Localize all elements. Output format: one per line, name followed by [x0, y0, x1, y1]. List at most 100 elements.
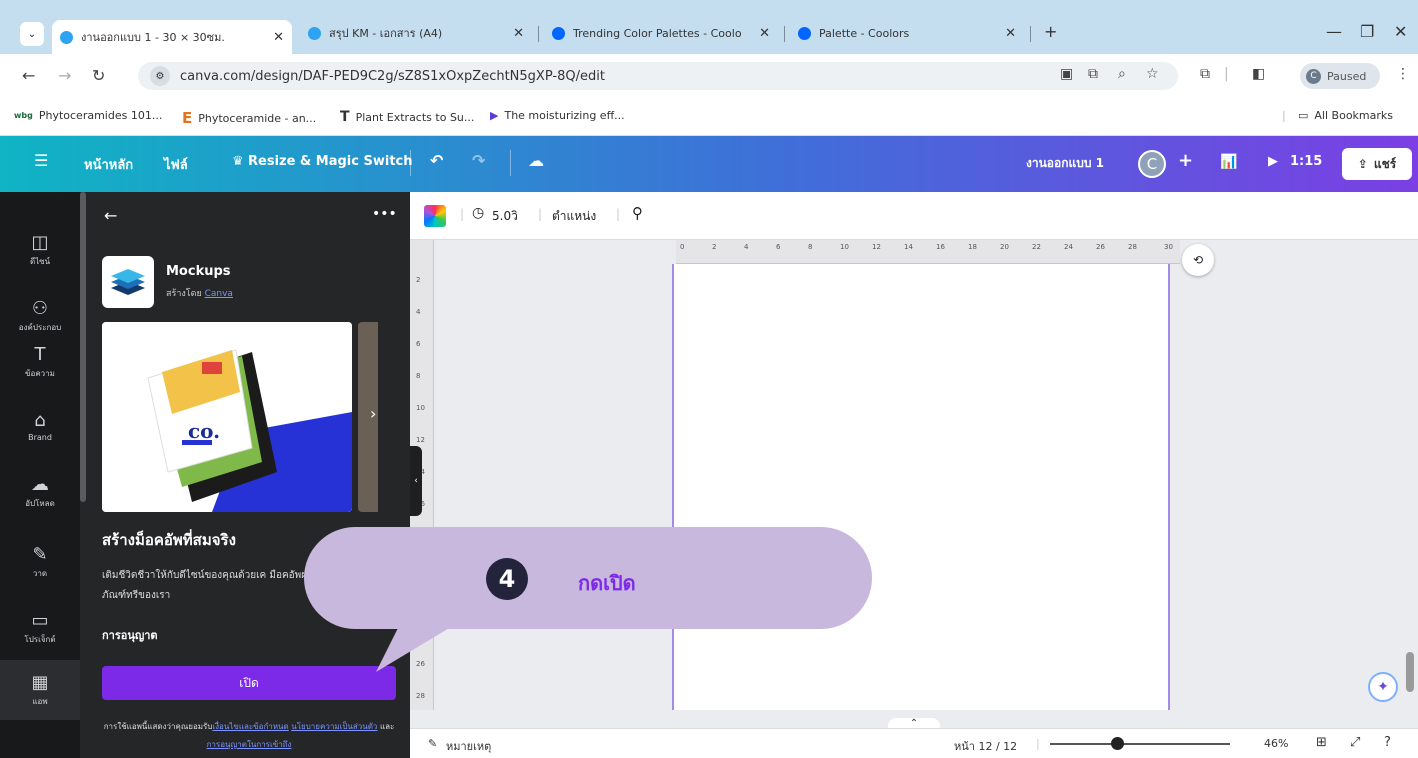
- close-tab-icon[interactable]: ✕: [759, 26, 770, 41]
- add-collaborator-icon[interactable]: +: [1178, 150, 1193, 171]
- tab-canva-design[interactable]: งานออกแบบ 1 - 30 × 30ซม. ✕: [52, 20, 292, 54]
- page-indicator[interactable]: หน้า 12 / 12: [954, 737, 1017, 755]
- rail-text[interactable]: T ข้อความ: [0, 344, 80, 380]
- layout-icon: ◫: [31, 232, 49, 253]
- canva-favicon-icon: [308, 26, 321, 40]
- ruler-tick: 22: [1032, 243, 1041, 251]
- rotate-handle-icon[interactable]: ⟲: [1182, 244, 1214, 276]
- carousel-next-icon[interactable]: ›: [370, 404, 376, 423]
- close-tab-icon[interactable]: ✕: [273, 30, 284, 45]
- rail-uploads[interactable]: ☁ อัปโหลด: [0, 474, 80, 510]
- terms-link[interactable]: เงื่อนไขและข้อกำหนด: [212, 722, 288, 731]
- bookmark-item[interactable]: E Phytoceramide - an...: [182, 109, 316, 127]
- address-bar[interactable]: ⚙ canva.com/design/DAF-PED9C2g/sZ8S1xOxp…: [138, 62, 1178, 90]
- redo-icon[interactable]: ↷: [472, 151, 485, 170]
- resize-magic-switch-button[interactable]: Resize & Magic Switch: [248, 154, 413, 169]
- profile-status: Paused: [1327, 69, 1367, 83]
- browser-menu-icon[interactable]: ⋮: [1396, 66, 1410, 82]
- all-bookmarks-button[interactable]: ▭ All Bookmarks: [1298, 109, 1393, 122]
- canva-header: ☰ หน้าหลัก ไฟล์ ♛ Resize & Magic Switch …: [0, 136, 1418, 192]
- access-permissions-link[interactable]: การอนุญาตในการเข้าถึง: [207, 740, 292, 749]
- zoom-slider[interactable]: [1050, 743, 1230, 745]
- zoom-slider-handle[interactable]: [1110, 737, 1124, 750]
- cloud-saved-icon[interactable]: ☁: [528, 151, 544, 170]
- privacy-link[interactable]: นโยบายความเป็นส่วนตัว: [291, 722, 377, 731]
- t-icon: T: [340, 109, 350, 125]
- ruler-tick: 14: [904, 243, 913, 251]
- present-time[interactable]: 1:15: [1290, 154, 1322, 169]
- bookmark-item[interactable]: ▶ The moisturizing eff...: [490, 109, 625, 122]
- terms-text: การใช้แอพนี้แสดงว่าคุณยอมรับเงื่อนไขและข…: [103, 722, 395, 749]
- help-icon[interactable]: ?: [1384, 735, 1391, 750]
- more-options-icon[interactable]: •••: [372, 206, 397, 222]
- design-page[interactable]: [672, 264, 1170, 710]
- bookmark-item[interactable]: T Plant Extracts to Su...: [340, 109, 474, 125]
- home-link[interactable]: หน้าหลัก: [84, 154, 133, 175]
- minimize-icon[interactable]: —: [1326, 22, 1342, 41]
- back-arrow-icon[interactable]: ←: [22, 66, 35, 85]
- translate-icon[interactable]: ⧉: [1088, 66, 1098, 82]
- design-name[interactable]: งานออกแบบ 1: [1026, 154, 1104, 173]
- tab-search-button[interactable]: ⌄: [20, 22, 44, 46]
- site-info-icon[interactable]: ⚙: [150, 66, 170, 86]
- top-ruler: 0 2 4 6 8 10 12 14 16 18 20 22 24 26 28 …: [676, 240, 1180, 264]
- rail-design[interactable]: ◫ ดีไซน์: [0, 232, 80, 268]
- tab-trending-palettes[interactable]: Trending Color Palettes - Coolo ✕: [544, 20, 778, 46]
- zoom-level[interactable]: 46%: [1264, 737, 1288, 750]
- clipboard-icon[interactable]: ▣: [1060, 66, 1073, 82]
- projects-icon: ▭: [31, 610, 49, 631]
- notes-button[interactable]: หมายเหตุ: [446, 737, 491, 755]
- share-button[interactable]: ⇪ แชร์: [1342, 148, 1412, 180]
- author-link[interactable]: Canva: [205, 289, 233, 299]
- position-button[interactable]: ตำแหน่ง: [552, 207, 596, 226]
- insights-icon[interactable]: 📊: [1220, 154, 1237, 170]
- mockups-app-icon: [102, 256, 154, 308]
- rail-draw[interactable]: ✎ วาด: [0, 544, 80, 580]
- rail-brand[interactable]: ⌂ Brand: [0, 410, 80, 442]
- magic-assistant-icon[interactable]: ✦: [1368, 672, 1398, 702]
- grid-view-icon[interactable]: ⊞: [1316, 735, 1327, 750]
- close-tab-icon[interactable]: ✕: [513, 26, 524, 41]
- panel-scrollbar[interactable]: [80, 192, 86, 502]
- tab-palette-coolors[interactable]: Palette - Coolors ✕: [790, 20, 1024, 46]
- file-menu[interactable]: ไฟล์: [164, 154, 188, 175]
- paint-roller-icon[interactable]: ⚲: [632, 204, 643, 222]
- close-window-icon[interactable]: ✕: [1394, 22, 1407, 41]
- back-arrow-icon[interactable]: ←: [104, 206, 117, 225]
- mockup-preview-image[interactable]: co.: [102, 322, 352, 512]
- left-rail: ◫ ดีไซน์ ⚇ องค์ประกอบ T ข้อความ ⌂ Brand …: [0, 192, 80, 758]
- rail-apps[interactable]: ▦ แอพ: [0, 660, 80, 720]
- rail-elements[interactable]: ⚇ องค์ประกอบ: [0, 298, 80, 334]
- reload-icon[interactable]: ↻: [92, 66, 105, 85]
- canvas-scrollbar[interactable]: [1406, 652, 1414, 692]
- present-play-icon[interactable]: ▶: [1268, 154, 1278, 169]
- callout-instruction: กดเปิด: [578, 571, 636, 595]
- zoom-icon[interactable]: ⌕: [1118, 66, 1126, 82]
- bookmark-star-icon[interactable]: ☆: [1146, 66, 1159, 82]
- undo-icon[interactable]: ↶: [430, 151, 443, 170]
- ruler-tick: 4: [744, 243, 749, 251]
- tab-km-doc[interactable]: สรุป KM - เอกสาร (A4) ✕: [300, 20, 532, 46]
- restore-icon[interactable]: ❐: [1360, 22, 1374, 41]
- fullscreen-icon[interactable]: ⤢: [1350, 735, 1360, 750]
- clock-icon[interactable]: ◷: [472, 205, 484, 221]
- divider: [410, 150, 411, 176]
- ruler-tick: 8: [808, 243, 813, 251]
- new-tab-button[interactable]: +: [1044, 22, 1057, 41]
- open-app-button[interactable]: เปิด: [102, 666, 396, 700]
- profile-button[interactable]: C Paused: [1300, 63, 1380, 89]
- extensions-icon[interactable]: ⧉: [1200, 66, 1210, 82]
- permissions-heading[interactable]: การอนุญาต: [102, 626, 158, 644]
- tab-separator: [1030, 26, 1031, 42]
- bookmark-item[interactable]: wbg Phytoceramides 101...: [14, 109, 162, 122]
- side-panel-icon[interactable]: ◧: [1252, 66, 1265, 82]
- notes-icon[interactable]: ✎: [428, 737, 437, 750]
- user-avatar[interactable]: C: [1138, 150, 1166, 178]
- close-tab-icon[interactable]: ✕: [1005, 26, 1016, 41]
- collapse-panel-handle[interactable]: ‹: [410, 446, 422, 516]
- rail-projects[interactable]: ▭ โปรเจ็กต์: [0, 610, 80, 646]
- forward-arrow-icon[interactable]: →: [58, 66, 71, 85]
- menu-icon[interactable]: ☰: [34, 151, 48, 170]
- color-picker-swatch[interactable]: [424, 205, 446, 227]
- duration-button[interactable]: 5.0วิ: [492, 207, 518, 226]
